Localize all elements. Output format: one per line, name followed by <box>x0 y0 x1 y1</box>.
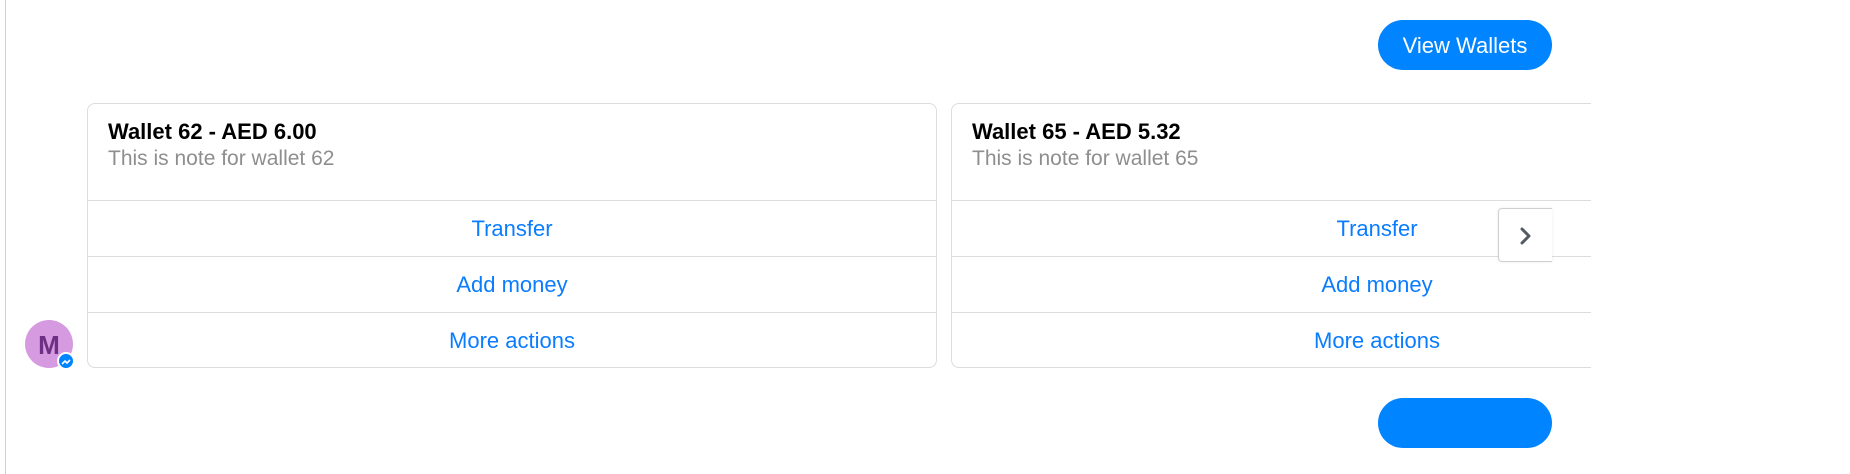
next-message-button[interactable] <box>1378 398 1552 448</box>
thread-divider <box>5 0 6 474</box>
wallet-note: This is note for wallet 65 <box>972 147 1199 170</box>
view-wallets-button[interactable]: View Wallets <box>1378 20 1552 70</box>
more-actions-button[interactable]: More actions <box>952 313 1591 367</box>
wallet-title: Wallet 62 - AED 6.00 <box>108 119 317 144</box>
add-money-button[interactable]: Add money <box>952 257 1591 313</box>
carousel-next-button[interactable] <box>1498 208 1552 262</box>
more-actions-button[interactable]: More actions <box>88 313 936 367</box>
add-money-button[interactable]: Add money <box>88 257 936 313</box>
transfer-button[interactable]: Transfer <box>952 201 1591 257</box>
chat-thread: View Wallets Wallet 62 - AED 6.00 This i… <box>0 0 1850 474</box>
wallet-card-header: Wallet 62 - AED 6.00 This is note for wa… <box>88 104 936 201</box>
messenger-icon <box>57 352 75 370</box>
chevron-right-icon <box>1520 227 1531 245</box>
transfer-button[interactable]: Transfer <box>88 201 936 257</box>
wallet-card: Wallet 65 - AED 5.32 This is note for wa… <box>951 103 1591 368</box>
wallet-card: Wallet 62 - AED 6.00 This is note for wa… <box>87 103 937 368</box>
wallet-note: This is note for wallet 62 <box>108 147 335 170</box>
wallet-card-header: Wallet 65 - AED 5.32 This is note for wa… <box>952 104 1591 201</box>
wallet-title: Wallet 65 - AED 5.32 <box>972 119 1181 144</box>
